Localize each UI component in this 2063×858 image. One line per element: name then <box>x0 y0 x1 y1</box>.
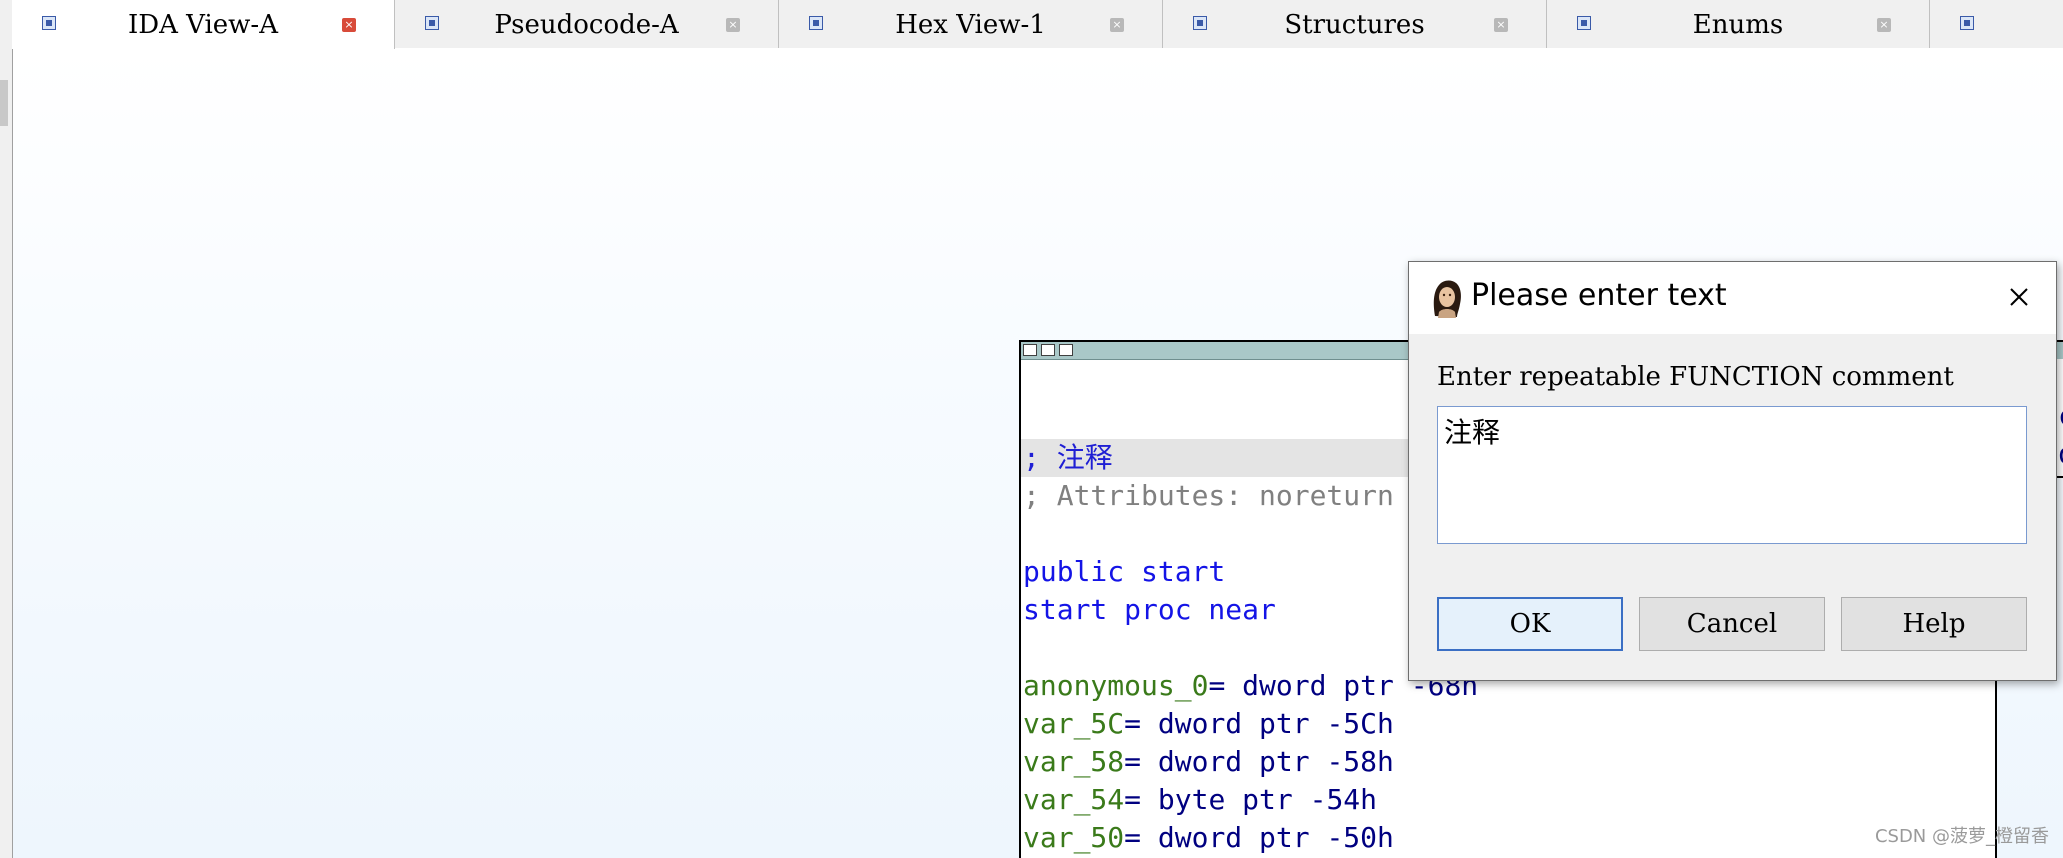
tab-overflow[interactable] <box>1930 0 2063 48</box>
tab-label: IDA View-A <box>128 10 278 40</box>
tab-ida-view-a[interactable]: IDA View-A × <box>12 0 395 49</box>
close-icon[interactable] <box>2000 278 2038 316</box>
tab-bar: IDA View-A × Pseudocode-A × Hex View-1 ×… <box>12 0 2063 49</box>
dialog-title: Please enter text <box>1471 278 1727 313</box>
var-name[interactable]: var_50 <box>1023 821 1124 854</box>
var-name[interactable]: var_54 <box>1023 783 1124 816</box>
cancel-button[interactable]: Cancel <box>1639 597 1825 651</box>
watermark: CSDN @菠萝_橙留香 <box>1874 826 2049 847</box>
close-icon[interactable]: × <box>1494 18 1508 32</box>
node-layout-icon[interactable] <box>1059 344 1073 356</box>
tab-label: Hex View-1 <box>895 10 1046 40</box>
node-header <box>2056 342 2063 359</box>
node-title-icon[interactable] <box>1041 344 1055 356</box>
code-line-var[interactable]: var_54= byte ptr -54h <box>1023 781 1377 819</box>
var-decl: = dword ptr -5Ch <box>1124 707 1394 740</box>
tab-pseudocode-a[interactable]: Pseudocode-A × <box>395 0 779 48</box>
code-line-var[interactable]: var_50= dword ptr -50h <box>1023 819 1394 857</box>
close-icon[interactable]: × <box>342 18 356 32</box>
var-name[interactable]: var_58 <box>1023 745 1124 778</box>
var-name[interactable]: var_5C <box>1023 707 1124 740</box>
code-line-var[interactable]: var_5C= dword ptr -5Ch <box>1023 705 1394 743</box>
close-icon[interactable]: × <box>726 18 740 32</box>
code-line-var[interactable]: var_58= dword ptr -58h <box>1023 743 1394 781</box>
ida-view-icon <box>42 16 56 30</box>
var-decl: = dword ptr -58h <box>1124 745 1394 778</box>
code-line-attributes[interactable]: ; Attributes: noreturn <box>1023 477 1394 515</box>
color-node-icon[interactable] <box>1023 344 1037 356</box>
tab-label: Enums <box>1692 10 1784 40</box>
var-decl: = dword ptr -50h <box>1124 821 1394 854</box>
pseudocode-icon <box>425 16 439 30</box>
ok-button[interactable]: OK <box>1437 597 1623 651</box>
tab-label: Structures <box>1284 10 1425 40</box>
imports-icon <box>1960 16 1974 30</box>
dialog-titlebar[interactable]: Please enter text <box>1409 262 2056 334</box>
enter-text-dialog: Please enter text Enter repeatable FUNCT… <box>1408 261 2057 681</box>
tab-structures[interactable]: Structures × <box>1163 0 1547 48</box>
code-line-public[interactable]: public start <box>1023 553 1225 591</box>
code-line-proc[interactable]: start proc near <box>1023 591 1276 629</box>
tab-label: Pseudocode-A <box>494 10 679 40</box>
var-decl: = byte ptr -54h <box>1124 783 1378 816</box>
enums-icon <box>1577 16 1591 30</box>
hex-view-icon <box>809 16 823 30</box>
tab-enums[interactable]: Enums × <box>1547 0 1930 48</box>
node-text: c <box>2058 397 2063 435</box>
left-gutter <box>0 0 13 858</box>
code-line-comment[interactable]: ; 注释 <box>1023 439 1113 477</box>
tab-hex-view-1[interactable]: Hex View-1 × <box>779 0 1163 48</box>
close-icon[interactable]: × <box>1110 18 1124 32</box>
close-icon[interactable]: × <box>1877 18 1891 32</box>
comment-textarea[interactable]: 注释 <box>1437 406 2027 544</box>
comment-prompt-label: Enter repeatable FUNCTION comment <box>1437 362 1954 392</box>
help-button[interactable]: Help <box>1841 597 2027 651</box>
var-name[interactable]: anonymous_0 <box>1023 669 1208 702</box>
structures-icon <box>1193 16 1207 30</box>
ida-window: IDA View-A × Pseudocode-A × Hex View-1 ×… <box>0 0 2063 858</box>
ida-app-icon <box>1433 280 1461 318</box>
gutter-scroll-marker[interactable] <box>0 80 8 126</box>
node-text: o <box>2058 435 2063 473</box>
